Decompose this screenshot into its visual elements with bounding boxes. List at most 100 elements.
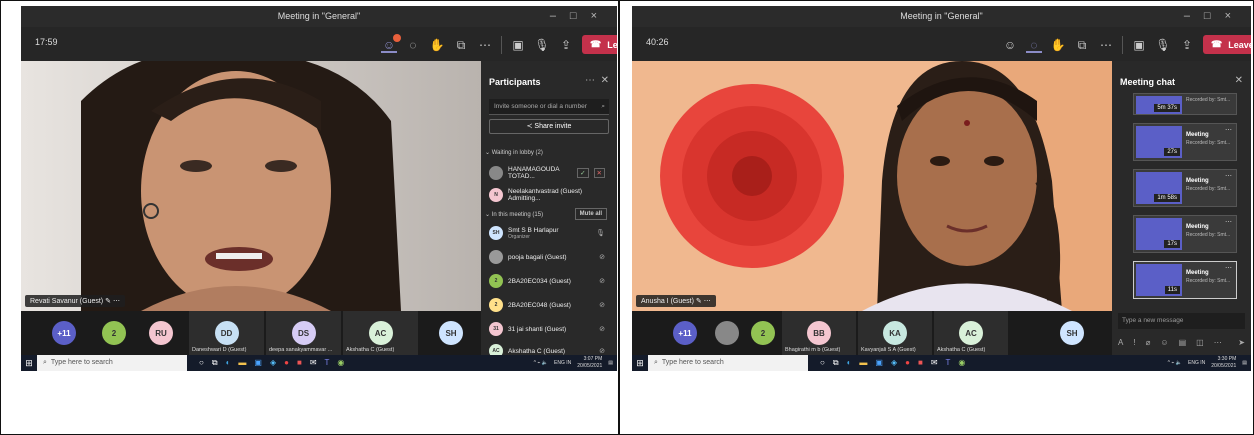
participants-icon[interactable]: ☺	[1002, 37, 1018, 53]
edge-icon[interactable]: ◐	[847, 358, 852, 368]
important-icon[interactable]: !	[1133, 338, 1135, 347]
app-icon[interactable]: ◉	[958, 358, 965, 368]
share-screen-icon[interactable]: ⇪	[1179, 37, 1195, 53]
more-icon[interactable]: ⋯	[585, 75, 595, 86]
participant-row[interactable]: SH Smt S B Harlapur Organizer 🎙︎	[489, 223, 605, 243]
file-explorer-icon[interactable]: ▬	[238, 358, 246, 368]
participant-tile[interactable]	[712, 311, 742, 355]
edge-icon[interactable]: ◐	[226, 358, 231, 368]
participant-tile[interactable]: RU	[141, 311, 181, 355]
meeting-section-header[interactable]: ⌄ In this meeting (15) Mute all	[485, 208, 613, 220]
recording-card[interactable]: 27s Meeting Recorded by: Smt... ⋯	[1133, 123, 1237, 161]
camera-icon[interactable]: ▣	[510, 37, 526, 53]
attach-icon[interactable]: ⌀	[1146, 338, 1151, 347]
participant-row[interactable]: pooja bagali (Guest) ⊘	[489, 247, 605, 267]
app-icon[interactable]: ■	[918, 358, 923, 368]
gif-icon[interactable]: ▤	[1179, 338, 1187, 347]
teams-icon[interactable]: T	[946, 358, 951, 368]
participant-tile[interactable]: DS deepa sanakyammavar ...	[266, 311, 341, 355]
panel-actions[interactable]: ⋯ ✕	[585, 75, 609, 86]
tray-icons[interactable]: ^ ⌁ 🔈	[1168, 360, 1182, 367]
participants-icon[interactable]: ☺	[381, 33, 401, 53]
lobby-row[interactable]: N Neelakantvastrad (Guest) Admitting...	[489, 185, 605, 205]
store-icon[interactable]: ▣	[254, 358, 262, 368]
more-icon[interactable]: ⋯	[1225, 218, 1232, 226]
app-icon[interactable]: ■	[297, 358, 302, 368]
deny-icon[interactable]: ✕	[593, 168, 605, 178]
lobby-section-header[interactable]: ⌄ Waiting in lobby (2)	[485, 149, 613, 156]
lobby-row[interactable]: HANAMAGOUDA TOTAD... ✓ ✕	[489, 163, 605, 183]
notification-icon[interactable]: ▤	[608, 360, 613, 367]
tray-icons[interactable]: ^ ⌁ 🔈	[534, 360, 548, 367]
more-icon[interactable]: ⋯	[1225, 126, 1232, 134]
pin-icon[interactable]: ✎	[105, 298, 111, 305]
mail-icon[interactable]: ✉	[310, 358, 317, 368]
message-input[interactable]: Type a new message	[1118, 313, 1245, 329]
leave-button[interactable]: ☎Leave⌄	[582, 35, 617, 54]
recording-card[interactable]: 17s Meeting Recorded by: Smt... ⋯	[1133, 215, 1237, 253]
task-view-icon[interactable]: ⧉	[212, 358, 218, 368]
participant-tile[interactable]: AC Akshatha C (Guest)	[934, 311, 1008, 355]
camera-icon[interactable]: ▣	[1131, 37, 1147, 53]
participant-row[interactable]: 31 31 jai shanti (Guest) ⊘	[489, 319, 605, 339]
participant-tile[interactable]: DD Daneshwari D (Guest)	[189, 311, 264, 355]
teams-icon[interactable]: T	[325, 358, 330, 368]
recording-card[interactable]: 11s Meeting Recorded by: Smt... ⋯	[1133, 261, 1237, 299]
more-icon[interactable]: ⋯	[113, 298, 120, 305]
chat-icon[interactable]: ◌	[1026, 37, 1042, 53]
overflow-tile[interactable]: +11	[49, 311, 79, 355]
cortana-icon[interactable]: ○	[820, 358, 825, 368]
more-icon[interactable]: ⋯	[1214, 338, 1222, 347]
leave-button[interactable]: ☎Leave⌄	[1203, 35, 1251, 54]
more-icon[interactable]: ⋯	[1225, 172, 1232, 180]
close-icon[interactable]: ✕	[1235, 75, 1243, 86]
format-icon[interactable]: A	[1118, 338, 1123, 347]
file-explorer-icon[interactable]: ▬	[859, 358, 867, 368]
mute-all-button[interactable]: Mute all	[574, 208, 607, 220]
windows-start-icon[interactable]: ⊞	[632, 358, 648, 369]
notification-icon[interactable]: ▤	[1242, 360, 1247, 367]
more-actions-icon[interactable]: ⋯	[477, 37, 493, 53]
participant-tile[interactable]: KA Kavyanjali S A (Guest)	[858, 311, 932, 355]
store-icon[interactable]: ▣	[875, 358, 883, 368]
share-tray-icon[interactable]: ⧉	[1074, 37, 1090, 53]
app-icon[interactable]: ◉	[337, 358, 344, 368]
participant-tile[interactable]: SH	[421, 311, 481, 355]
share-screen-icon[interactable]: ⇪	[558, 37, 574, 53]
share-tray-icon[interactable]: ⧉	[453, 37, 469, 53]
mail-icon[interactable]: ✉	[931, 358, 938, 368]
windows-start-icon[interactable]: ⊞	[21, 358, 37, 369]
recording-card[interactable]: 5m 37s Recorded by: Smt...	[1133, 93, 1237, 115]
more-actions-icon[interactable]: ⋯	[1098, 37, 1114, 53]
pin-icon[interactable]: ✎	[696, 298, 702, 305]
participant-tile[interactable]: 2	[99, 311, 129, 355]
mic-icon[interactable]: 🎙︎	[534, 37, 550, 53]
recording-card[interactable]: 1m 58s Meeting Recorded by: Smt... ⋯	[1133, 169, 1237, 207]
participant-row[interactable]: 2 2BA20EC048 (Guest) ⊘	[489, 295, 605, 315]
send-icon[interactable]: ➤	[1238, 338, 1245, 347]
clock[interactable]: 3:07 PM 20/05/2021	[577, 356, 602, 370]
reactions-icon[interactable]: ✋	[1050, 37, 1066, 53]
task-view-icon[interactable]: ⧉	[833, 358, 839, 368]
clock[interactable]: 3:30 PM 20/05/2021	[1211, 356, 1236, 370]
language-indicator[interactable]: ENG IN	[1188, 360, 1205, 367]
share-invite-button[interactable]: ≺ Share invite	[489, 119, 609, 134]
overflow-tile[interactable]: +11	[670, 311, 700, 355]
more-icon[interactable]: ⋯	[1225, 264, 1232, 272]
reactions-icon[interactable]: ✋	[429, 37, 445, 53]
close-icon[interactable]: ✕	[601, 75, 609, 86]
window-controls[interactable]: –□×	[1184, 6, 1245, 27]
emoji-icon[interactable]: ☺	[1160, 338, 1168, 347]
participant-row[interactable]: 2 2BA20EC034 (Guest) ⊘	[489, 271, 605, 291]
app-icon[interactable]: ◈	[270, 358, 276, 368]
invite-input[interactable]: Invite someone or dial a number ⌕	[489, 99, 609, 115]
language-indicator[interactable]: ENG IN	[554, 360, 571, 367]
participant-tile[interactable]: SH	[1042, 311, 1102, 355]
cortana-icon[interactable]: ○	[199, 358, 204, 368]
chrome-icon[interactable]: ●	[284, 358, 289, 368]
sticker-icon[interactable]: ◫	[1196, 338, 1204, 347]
participant-tile[interactable]: 2	[748, 311, 778, 355]
chat-icon[interactable]: ◌	[405, 37, 421, 53]
mic-icon[interactable]: 🎙︎	[1155, 37, 1171, 53]
window-controls[interactable]: –□×	[550, 6, 611, 27]
